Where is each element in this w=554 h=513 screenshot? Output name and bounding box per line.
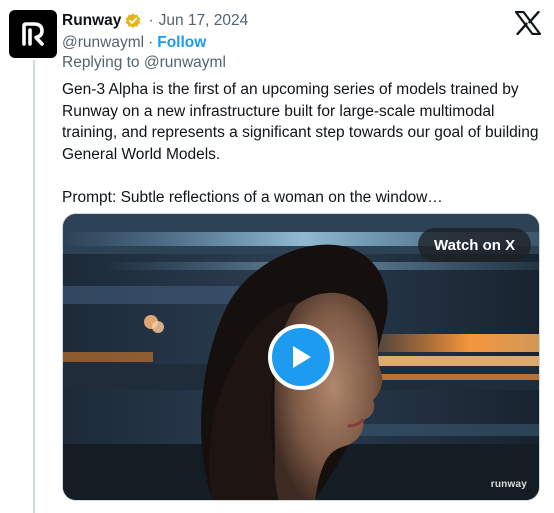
display-name[interactable]: Runway [62, 12, 121, 30]
separator-dot: · [148, 34, 154, 51]
x-logo-icon[interactable] [515, 11, 541, 35]
play-icon [293, 346, 311, 368]
replying-to[interactable]: Replying to @runwayml [62, 54, 226, 72]
play-button[interactable] [268, 324, 334, 390]
tweet-header: Runway · Jun 17, 2024 @runwayml · Follow [62, 10, 494, 54]
video-watermark: runway [490, 479, 527, 490]
avatar[interactable] [9, 10, 57, 58]
verified-badge-icon [126, 13, 141, 29]
thread-line [33, 60, 35, 513]
watch-on-x-button[interactable]: Watch on X [418, 228, 532, 262]
user-handle[interactable]: @runwayml [62, 34, 144, 52]
tweet-body: Gen-3 Alpha is the first of an upcoming … [62, 79, 544, 209]
separator-dot: · [148, 12, 154, 29]
tweet-date[interactable]: Jun 17, 2024 [159, 12, 249, 30]
runway-logo-icon [22, 22, 44, 46]
tweet-prompt-text: Prompt: Subtle reflections of a woman on… [62, 188, 443, 206]
video-player[interactable]: Watch on X runway [62, 213, 540, 501]
follow-button[interactable]: Follow [157, 34, 206, 52]
tweet-text-paragraph: Gen-3 Alpha is the first of an upcoming … [62, 81, 539, 163]
